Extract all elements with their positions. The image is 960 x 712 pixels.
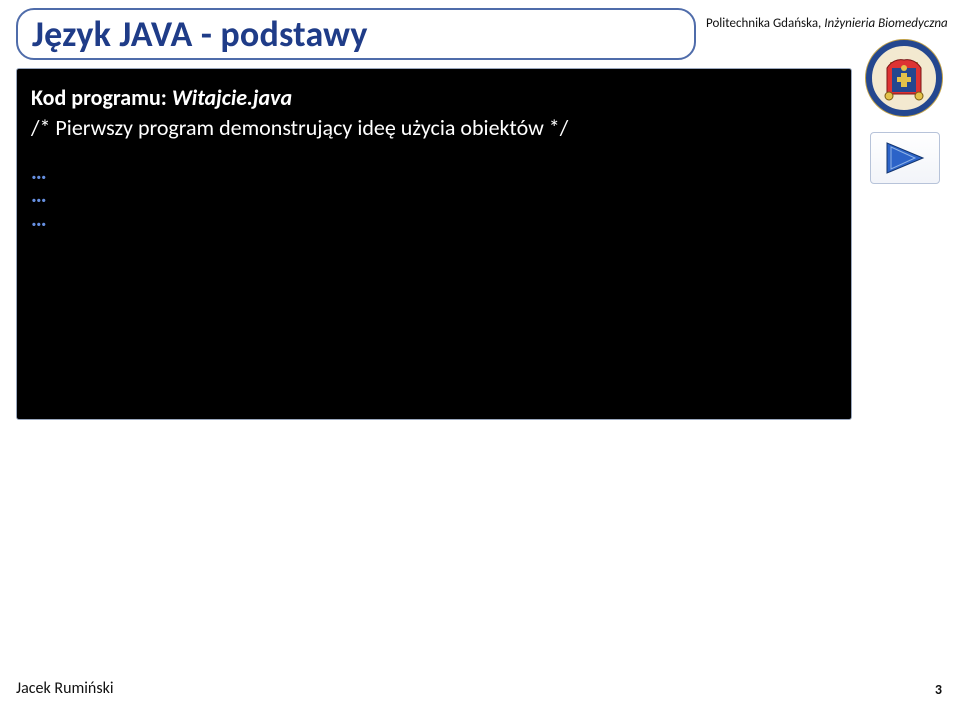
code-line-1: Kod programu: Witajcie.java bbox=[31, 83, 837, 113]
spacer bbox=[31, 142, 837, 160]
institution-label: Politechnika Gdańska, Inżynieria Biomedy… bbox=[706, 16, 948, 31]
code-label: Kod programu: bbox=[31, 84, 172, 111]
play-button[interactable] bbox=[870, 132, 940, 184]
footer-page-number: 3 bbox=[935, 681, 942, 698]
code-block: Kod programu: Witajcie.java /* Pierwszy … bbox=[16, 68, 852, 420]
footer-author: Jacek Rumiński bbox=[16, 679, 114, 698]
slide-title: Język JAVA - podstawy bbox=[32, 12, 368, 56]
code-ellipsis-3: … bbox=[31, 207, 837, 230]
code-ellipsis-1: … bbox=[31, 160, 837, 183]
code-filename: Witajcie.java bbox=[172, 84, 292, 111]
slide-title-panel: Język JAVA - podstawy bbox=[16, 8, 696, 60]
university-crest-icon bbox=[864, 38, 944, 118]
code-ellipsis-2: … bbox=[31, 183, 837, 206]
institution-prefix: Politechnika Gdańska, bbox=[706, 16, 824, 31]
institution-italic: Inżynieria Biomedyczna bbox=[824, 16, 947, 31]
code-line-2: /* Pierwszy program demonstrujący ideę u… bbox=[31, 113, 837, 143]
play-icon bbox=[885, 141, 925, 175]
